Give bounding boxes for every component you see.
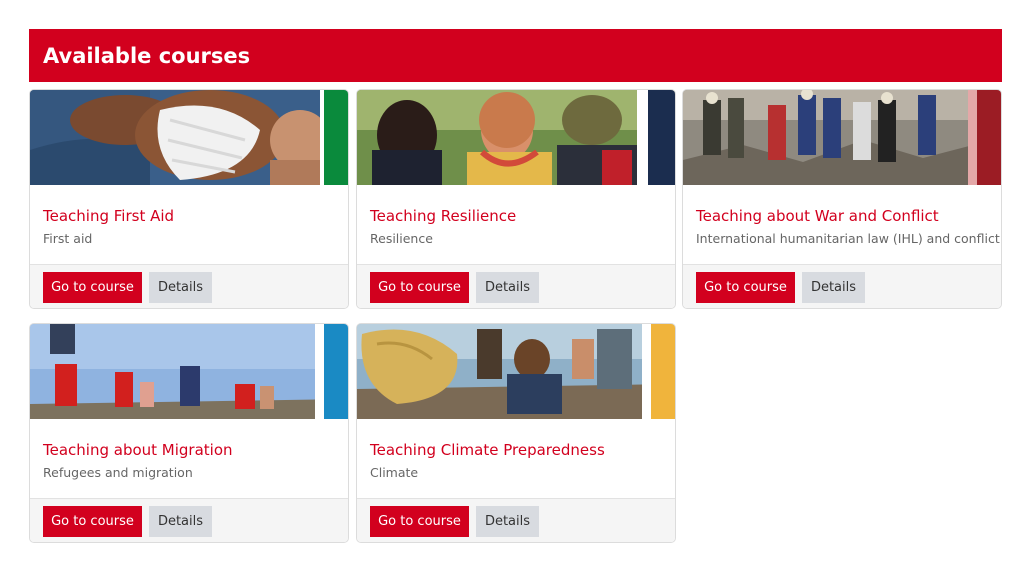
course-category: Refugees and migration xyxy=(43,465,193,480)
course-image-beach-cleanup xyxy=(357,324,675,419)
course-card-war-conflict: Teaching about War and Conflict Internat… xyxy=(682,89,1002,309)
course-card-resilience: Teaching Resilience Resilience Go to cou… xyxy=(356,89,676,309)
course-category: First aid xyxy=(43,231,93,246)
course-image-students-outdoors xyxy=(357,90,675,185)
card-footer: Go to course Details xyxy=(683,264,1001,308)
details-button[interactable]: Details xyxy=(476,506,539,537)
card-footer: Go to course Details xyxy=(30,498,348,542)
course-category: Climate xyxy=(370,465,419,480)
details-button[interactable]: Details xyxy=(149,272,212,303)
course-title[interactable]: Teaching Climate Preparedness xyxy=(370,441,605,459)
details-button[interactable]: Details xyxy=(802,272,865,303)
course-accent-stripe xyxy=(651,324,675,419)
course-card-migration: Teaching about Migration Refugees and mi… xyxy=(29,323,349,543)
course-title[interactable]: Teaching First Aid xyxy=(43,207,174,225)
course-category: International humanitarian law (IHL) and… xyxy=(696,231,1000,246)
course-card-climate: Teaching Climate Preparedness Climate Go… xyxy=(356,323,676,543)
page-header: Available courses xyxy=(29,29,1002,82)
go-to-course-button[interactable]: Go to course xyxy=(43,272,142,303)
course-title[interactable]: Teaching about War and Conflict xyxy=(696,207,939,225)
course-category: Resilience xyxy=(370,231,433,246)
course-accent-stripe xyxy=(648,90,675,185)
course-title[interactable]: Teaching about Migration xyxy=(43,441,233,459)
course-title[interactable]: Teaching Resilience xyxy=(370,207,516,225)
course-image-rescue-workers xyxy=(683,90,1001,185)
page-title: Available courses xyxy=(43,43,251,68)
course-image-bandage-arm xyxy=(30,90,348,185)
course-accent-stripe xyxy=(324,90,348,185)
go-to-course-button[interactable]: Go to course xyxy=(370,506,469,537)
details-button[interactable]: Details xyxy=(476,272,539,303)
details-button[interactable]: Details xyxy=(149,506,212,537)
go-to-course-button[interactable]: Go to course xyxy=(43,506,142,537)
card-footer: Go to course Details xyxy=(30,264,348,308)
course-card-first-aid: Teaching First Aid First aid Go to cours… xyxy=(29,89,349,309)
course-accent-stripe xyxy=(324,324,348,419)
course-image-migrants-walking xyxy=(30,324,348,419)
card-footer: Go to course Details xyxy=(357,498,675,542)
card-footer: Go to course Details xyxy=(357,264,675,308)
go-to-course-button[interactable]: Go to course xyxy=(370,272,469,303)
course-accent-stripe xyxy=(977,90,1001,185)
go-to-course-button[interactable]: Go to course xyxy=(696,272,795,303)
